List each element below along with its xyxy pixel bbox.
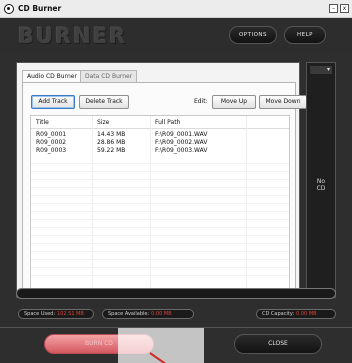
app-header: BURNER OPTIONS HELP	[0, 18, 352, 52]
column-full-path[interactable]: Full Path	[155, 116, 180, 129]
brand-logo: BURNER	[18, 24, 128, 48]
track-title: R09_0003	[36, 147, 67, 154]
row-divider	[31, 187, 289, 188]
column-title[interactable]: Title	[36, 116, 49, 129]
space-used-status: Space Used: 102.51 MB	[18, 309, 94, 319]
edit-label: Edit:	[194, 98, 208, 105]
table-row[interactable]: R09_0001 14.43 MB F:\R09_0001.WAV	[31, 131, 289, 139]
help-button[interactable]: HELP	[284, 26, 326, 44]
tab-data-cd-burner[interactable]: Data CD Burner	[80, 70, 138, 82]
main-frame: Audio CD Burner Data CD Burner Add Track…	[0, 52, 352, 327]
footer-bar: BURN CD CLOSE	[0, 327, 352, 363]
space-available-value: 0.00 MB	[151, 311, 172, 317]
track-size: 59.22 MB	[97, 147, 126, 154]
track-path: F:\R09_0003.WAV	[155, 147, 208, 154]
cd-capacity-status: CD Capacity: 0.00 MB	[256, 309, 336, 319]
cd-capacity-label: CD Capacity:	[262, 311, 295, 317]
space-used-value: 102.51 MB	[57, 311, 84, 317]
row-divider	[31, 235, 289, 236]
row-divider	[31, 243, 289, 244]
track-path: F:\R09_0002.WAV	[155, 139, 208, 146]
title-bar: CD Burner – x	[0, 0, 352, 18]
minimize-button[interactable]: –	[329, 4, 338, 13]
track-table: Title Size Full Path R09_0001 14.43 MB F…	[30, 115, 290, 290]
delete-track-button[interactable]: Delete Track	[79, 95, 129, 109]
cd-capacity-value: 0.00 MB	[296, 311, 317, 317]
row-divider	[31, 179, 289, 180]
audio-tab-content: Add Track Delete Track Edit: Move Up Mov…	[22, 82, 307, 295]
window-title: CD Burner	[18, 4, 62, 13]
chevron-down-icon: ▾	[326, 66, 330, 73]
row-divider	[31, 259, 289, 260]
track-title: R09_0001	[36, 131, 67, 138]
burn-progress-bar	[16, 288, 336, 299]
space-available-label: Space Available:	[108, 311, 150, 317]
column-size[interactable]: Size	[97, 116, 109, 129]
cd-status-line: CD	[316, 185, 326, 192]
move-up-button[interactable]: Move Up	[212, 95, 256, 109]
close-button[interactable]: CLOSE	[234, 334, 322, 354]
table-header: Title Size Full Path	[31, 116, 289, 129]
row-divider	[31, 227, 289, 228]
row-divider	[31, 171, 289, 172]
burner-panel: Audio CD Burner Data CD Burner Add Track…	[16, 62, 307, 298]
track-size: 14.43 MB	[97, 131, 126, 138]
row-divider	[31, 195, 289, 196]
table-row[interactable]: R09_0003 59.22 MB F:\R09_0003.WAV	[31, 147, 289, 155]
add-track-button[interactable]: Add Track	[31, 95, 75, 109]
space-used-label: Space Used:	[24, 311, 56, 317]
options-button[interactable]: OPTIONS	[229, 26, 277, 44]
row-divider	[31, 275, 289, 276]
cd-status-line: No	[316, 178, 326, 185]
row-divider	[31, 267, 289, 268]
cd-status: No CD	[307, 178, 335, 192]
row-divider	[31, 251, 289, 252]
track-path: F:\R09_0001.WAV	[155, 131, 208, 138]
drive-dropdown[interactable]: ▾	[310, 66, 332, 74]
track-size: 28.86 MB	[97, 139, 126, 146]
row-divider	[31, 211, 289, 212]
cd-drive-panel: ▾ No CD	[306, 62, 336, 298]
app-disc-icon	[4, 4, 14, 14]
row-divider	[31, 219, 289, 220]
move-down-button[interactable]: Move Down	[259, 95, 307, 109]
row-divider	[31, 203, 289, 204]
row-divider	[31, 163, 289, 164]
table-row[interactable]: R09_0002 28.86 MB F:\R09_0002.WAV	[31, 139, 289, 147]
space-available-status: Space Available: 0.00 MB	[102, 309, 194, 319]
highlight-strip	[118, 328, 204, 363]
close-window-button[interactable]: x	[340, 4, 349, 13]
track-title: R09_0002	[36, 139, 67, 146]
